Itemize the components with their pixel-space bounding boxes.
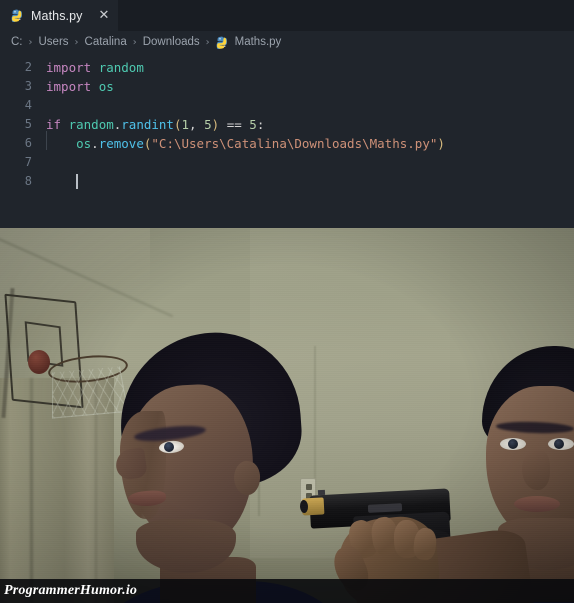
line-number: 8 bbox=[24, 174, 32, 188]
line-number: 5 bbox=[24, 117, 32, 131]
code-token: 5 bbox=[204, 117, 212, 132]
code-token: ( bbox=[173, 117, 182, 132]
code-token: : bbox=[256, 117, 265, 132]
line-number: 7 bbox=[24, 155, 32, 169]
code-line[interactable]: 6 os.remove("C:\Users\Catalina\Downloads… bbox=[0, 131, 574, 153]
basketball bbox=[28, 350, 50, 374]
code-token: random bbox=[98, 60, 144, 75]
breadcrumb-item-catalina[interactable]: Catalina bbox=[85, 36, 127, 48]
line-text: os.remove("C:\Users\Catalina\Downloads\M… bbox=[46, 131, 574, 153]
code-token: os bbox=[76, 136, 92, 151]
left-person bbox=[90, 326, 350, 603]
code-token: remove bbox=[98, 136, 144, 151]
code-token: 5 bbox=[249, 117, 257, 132]
meme-image: Maths.py ✕ C: › Users › Catalina › Downl… bbox=[0, 0, 574, 603]
line-number: 6 bbox=[24, 136, 32, 150]
indent-guide bbox=[46, 131, 47, 150]
code-token: random bbox=[68, 117, 114, 132]
code-content[interactable]: 2 import random 3 import os 4 5 if random.rand… bbox=[0, 53, 574, 191]
watermark-text: ProgrammerHumor.io bbox=[4, 583, 138, 598]
code-token: if bbox=[46, 117, 62, 132]
breadcrumb-item-downloads[interactable]: Downloads bbox=[143, 36, 200, 48]
code-token: import bbox=[46, 79, 92, 94]
right-person-nose bbox=[522, 450, 550, 490]
code-editor-pane: Maths.py ✕ C: › Users › Catalina › Downl… bbox=[0, 0, 574, 228]
door-edge bbox=[30, 378, 33, 603]
breadcrumb-item-users[interactable]: Users bbox=[39, 36, 69, 48]
breadcrumb-item-drive[interactable]: C: bbox=[11, 36, 23, 48]
line-number: 4 bbox=[24, 98, 32, 112]
gun-front-sight bbox=[317, 489, 326, 496]
line-text: import random bbox=[46, 58, 574, 77]
line-text: if random.randint(1, 5) == 5: bbox=[46, 115, 574, 134]
code-token: . bbox=[91, 136, 99, 151]
editor-tab-bar: Maths.py ✕ bbox=[0, 0, 574, 31]
code-line[interactable]: 4 bbox=[0, 96, 574, 115]
breadcrumb-file-label: Maths.py bbox=[234, 36, 282, 48]
code-line[interactable]: 7 bbox=[0, 153, 574, 172]
code-line[interactable]: 2 import random bbox=[0, 58, 574, 77]
code-line[interactable]: 8 bbox=[0, 172, 574, 191]
breadcrumb: C: › Users › Catalina › Downloads › Math… bbox=[0, 31, 574, 53]
line-number: 2 bbox=[24, 60, 32, 74]
line-number: 3 bbox=[24, 79, 32, 93]
code-token: == bbox=[226, 117, 242, 132]
code-token: 1 bbox=[181, 117, 190, 132]
line-text: import os bbox=[46, 77, 574, 96]
python-file-icon bbox=[11, 9, 24, 22]
chevron-right-icon: › bbox=[205, 36, 210, 48]
right-person-pupil-left bbox=[508, 439, 518, 449]
line-text bbox=[46, 172, 574, 191]
chevron-right-icon: › bbox=[28, 36, 33, 48]
close-icon[interactable]: ✕ bbox=[99, 9, 110, 22]
right-person-pupil-right bbox=[554, 439, 564, 449]
code-token: ) bbox=[437, 136, 445, 151]
text-cursor bbox=[76, 174, 78, 189]
chevron-right-icon: › bbox=[132, 36, 137, 48]
chevron-right-icon: › bbox=[74, 36, 79, 48]
code-token: randint bbox=[121, 117, 174, 132]
code-line[interactable]: 5 if random.randint(1, 5) == 5: bbox=[0, 115, 574, 134]
code-line[interactable]: 3 import os bbox=[0, 77, 574, 96]
python-file-icon bbox=[216, 36, 229, 49]
left-person-pupil bbox=[164, 442, 174, 452]
breadcrumb-item-file[interactable]: Maths.py bbox=[216, 36, 282, 49]
tab-label: Maths.py bbox=[31, 8, 83, 23]
watermark-bar: ProgrammerHumor.io bbox=[0, 579, 574, 603]
code-token: "C:\Users\Catalina\Downloads\Maths.py" bbox=[151, 136, 438, 151]
code-token: os bbox=[98, 79, 114, 94]
right-person-lips bbox=[514, 496, 560, 512]
tab-maths-py[interactable]: Maths.py ✕ bbox=[0, 0, 119, 31]
code-token: import bbox=[46, 60, 92, 75]
code-token: , bbox=[189, 117, 205, 132]
meme-photo: ProgrammerHumor.io bbox=[0, 228, 574, 603]
